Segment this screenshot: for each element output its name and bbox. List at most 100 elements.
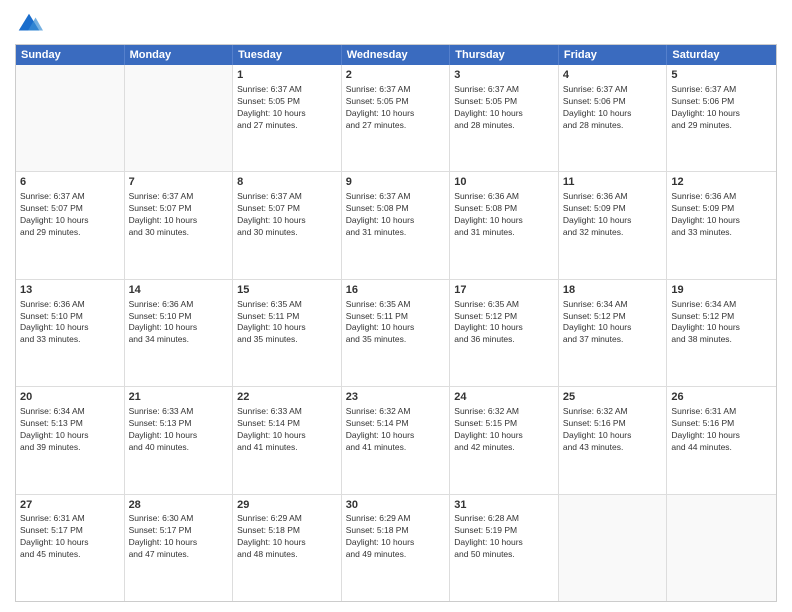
day-number: 23 (346, 390, 446, 405)
cal-week-4: 20Sunrise: 6:34 AM Sunset: 5:13 PM Dayli… (16, 387, 776, 494)
day-number: 7 (129, 175, 229, 190)
day-info: Sunrise: 6:32 AM Sunset: 5:16 PM Dayligh… (563, 406, 663, 454)
day-number: 3 (454, 68, 554, 83)
day-number: 26 (671, 390, 772, 405)
day-info: Sunrise: 6:30 AM Sunset: 5:17 PM Dayligh… (129, 513, 229, 561)
cal-day-27: 27Sunrise: 6:31 AM Sunset: 5:17 PM Dayli… (16, 495, 125, 601)
day-number: 21 (129, 390, 229, 405)
day-info: Sunrise: 6:37 AM Sunset: 5:08 PM Dayligh… (346, 191, 446, 239)
day-info: Sunrise: 6:37 AM Sunset: 5:07 PM Dayligh… (129, 191, 229, 239)
day-number: 30 (346, 498, 446, 513)
day-number: 18 (563, 283, 663, 298)
day-info: Sunrise: 6:34 AM Sunset: 5:12 PM Dayligh… (671, 299, 772, 347)
day-info: Sunrise: 6:36 AM Sunset: 5:09 PM Dayligh… (671, 191, 772, 239)
cal-day-26: 26Sunrise: 6:31 AM Sunset: 5:16 PM Dayli… (667, 387, 776, 493)
cal-header-monday: Monday (125, 45, 234, 65)
day-number: 13 (20, 283, 120, 298)
day-number: 29 (237, 498, 337, 513)
day-number: 28 (129, 498, 229, 513)
day-number: 8 (237, 175, 337, 190)
cal-day-24: 24Sunrise: 6:32 AM Sunset: 5:15 PM Dayli… (450, 387, 559, 493)
day-info: Sunrise: 6:37 AM Sunset: 5:05 PM Dayligh… (237, 84, 337, 132)
cal-day-11: 11Sunrise: 6:36 AM Sunset: 5:09 PM Dayli… (559, 172, 668, 278)
day-info: Sunrise: 6:36 AM Sunset: 5:09 PM Dayligh… (563, 191, 663, 239)
day-info: Sunrise: 6:37 AM Sunset: 5:06 PM Dayligh… (671, 84, 772, 132)
cal-day-15: 15Sunrise: 6:35 AM Sunset: 5:11 PM Dayli… (233, 280, 342, 386)
day-info: Sunrise: 6:37 AM Sunset: 5:05 PM Dayligh… (454, 84, 554, 132)
logo (15, 10, 47, 38)
day-number: 19 (671, 283, 772, 298)
cal-week-2: 6Sunrise: 6:37 AM Sunset: 5:07 PM Daylig… (16, 172, 776, 279)
cal-day-22: 22Sunrise: 6:33 AM Sunset: 5:14 PM Dayli… (233, 387, 342, 493)
cal-day-16: 16Sunrise: 6:35 AM Sunset: 5:11 PM Dayli… (342, 280, 451, 386)
day-info: Sunrise: 6:36 AM Sunset: 5:10 PM Dayligh… (129, 299, 229, 347)
calendar-body: 1Sunrise: 6:37 AM Sunset: 5:05 PM Daylig… (16, 65, 776, 601)
day-number: 22 (237, 390, 337, 405)
day-number: 25 (563, 390, 663, 405)
cal-week-1: 1Sunrise: 6:37 AM Sunset: 5:05 PM Daylig… (16, 65, 776, 172)
cal-header-saturday: Saturday (667, 45, 776, 65)
cal-day-6: 6Sunrise: 6:37 AM Sunset: 5:07 PM Daylig… (16, 172, 125, 278)
page: SundayMondayTuesdayWednesdayThursdayFrid… (0, 0, 792, 612)
cal-header-tuesday: Tuesday (233, 45, 342, 65)
cal-day-25: 25Sunrise: 6:32 AM Sunset: 5:16 PM Dayli… (559, 387, 668, 493)
cal-day-13: 13Sunrise: 6:36 AM Sunset: 5:10 PM Dayli… (16, 280, 125, 386)
day-info: Sunrise: 6:31 AM Sunset: 5:16 PM Dayligh… (671, 406, 772, 454)
cal-day-17: 17Sunrise: 6:35 AM Sunset: 5:12 PM Dayli… (450, 280, 559, 386)
day-number: 17 (454, 283, 554, 298)
day-info: Sunrise: 6:33 AM Sunset: 5:14 PM Dayligh… (237, 406, 337, 454)
day-number: 12 (671, 175, 772, 190)
day-info: Sunrise: 6:29 AM Sunset: 5:18 PM Dayligh… (237, 513, 337, 561)
day-info: Sunrise: 6:37 AM Sunset: 5:07 PM Dayligh… (237, 191, 337, 239)
day-info: Sunrise: 6:28 AM Sunset: 5:19 PM Dayligh… (454, 513, 554, 561)
day-info: Sunrise: 6:31 AM Sunset: 5:17 PM Dayligh… (20, 513, 120, 561)
cal-day-empty (125, 65, 234, 171)
cal-day-8: 8Sunrise: 6:37 AM Sunset: 5:07 PM Daylig… (233, 172, 342, 278)
day-info: Sunrise: 6:37 AM Sunset: 5:07 PM Dayligh… (20, 191, 120, 239)
day-number: 31 (454, 498, 554, 513)
cal-day-12: 12Sunrise: 6:36 AM Sunset: 5:09 PM Dayli… (667, 172, 776, 278)
cal-day-4: 4Sunrise: 6:37 AM Sunset: 5:06 PM Daylig… (559, 65, 668, 171)
day-number: 11 (563, 175, 663, 190)
logo-icon (15, 10, 43, 38)
cal-day-18: 18Sunrise: 6:34 AM Sunset: 5:12 PM Dayli… (559, 280, 668, 386)
cal-day-31: 31Sunrise: 6:28 AM Sunset: 5:19 PM Dayli… (450, 495, 559, 601)
day-info: Sunrise: 6:29 AM Sunset: 5:18 PM Dayligh… (346, 513, 446, 561)
cal-day-23: 23Sunrise: 6:32 AM Sunset: 5:14 PM Dayli… (342, 387, 451, 493)
cal-day-3: 3Sunrise: 6:37 AM Sunset: 5:05 PM Daylig… (450, 65, 559, 171)
day-number: 24 (454, 390, 554, 405)
day-info: Sunrise: 6:34 AM Sunset: 5:12 PM Dayligh… (563, 299, 663, 347)
day-info: Sunrise: 6:36 AM Sunset: 5:10 PM Dayligh… (20, 299, 120, 347)
day-number: 5 (671, 68, 772, 83)
cal-day-1: 1Sunrise: 6:37 AM Sunset: 5:05 PM Daylig… (233, 65, 342, 171)
day-info: Sunrise: 6:35 AM Sunset: 5:11 PM Dayligh… (237, 299, 337, 347)
cal-day-7: 7Sunrise: 6:37 AM Sunset: 5:07 PM Daylig… (125, 172, 234, 278)
day-number: 4 (563, 68, 663, 83)
calendar: SundayMondayTuesdayWednesdayThursdayFrid… (15, 44, 777, 602)
cal-day-30: 30Sunrise: 6:29 AM Sunset: 5:18 PM Dayli… (342, 495, 451, 601)
cal-day-28: 28Sunrise: 6:30 AM Sunset: 5:17 PM Dayli… (125, 495, 234, 601)
day-info: Sunrise: 6:32 AM Sunset: 5:15 PM Dayligh… (454, 406, 554, 454)
cal-week-5: 27Sunrise: 6:31 AM Sunset: 5:17 PM Dayli… (16, 495, 776, 601)
cal-day-2: 2Sunrise: 6:37 AM Sunset: 5:05 PM Daylig… (342, 65, 451, 171)
cal-day-empty (667, 495, 776, 601)
day-info: Sunrise: 6:34 AM Sunset: 5:13 PM Dayligh… (20, 406, 120, 454)
cal-header-friday: Friday (559, 45, 668, 65)
day-number: 9 (346, 175, 446, 190)
day-info: Sunrise: 6:35 AM Sunset: 5:12 PM Dayligh… (454, 299, 554, 347)
cal-day-29: 29Sunrise: 6:29 AM Sunset: 5:18 PM Dayli… (233, 495, 342, 601)
cal-header-thursday: Thursday (450, 45, 559, 65)
cal-day-14: 14Sunrise: 6:36 AM Sunset: 5:10 PM Dayli… (125, 280, 234, 386)
day-info: Sunrise: 6:32 AM Sunset: 5:14 PM Dayligh… (346, 406, 446, 454)
day-info: Sunrise: 6:33 AM Sunset: 5:13 PM Dayligh… (129, 406, 229, 454)
calendar-header-row: SundayMondayTuesdayWednesdayThursdayFrid… (16, 45, 776, 65)
cal-week-3: 13Sunrise: 6:36 AM Sunset: 5:10 PM Dayli… (16, 280, 776, 387)
day-number: 15 (237, 283, 337, 298)
day-info: Sunrise: 6:37 AM Sunset: 5:06 PM Dayligh… (563, 84, 663, 132)
day-number: 10 (454, 175, 554, 190)
day-number: 1 (237, 68, 337, 83)
cal-day-9: 9Sunrise: 6:37 AM Sunset: 5:08 PM Daylig… (342, 172, 451, 278)
cal-day-10: 10Sunrise: 6:36 AM Sunset: 5:08 PM Dayli… (450, 172, 559, 278)
cal-day-19: 19Sunrise: 6:34 AM Sunset: 5:12 PM Dayli… (667, 280, 776, 386)
day-number: 14 (129, 283, 229, 298)
